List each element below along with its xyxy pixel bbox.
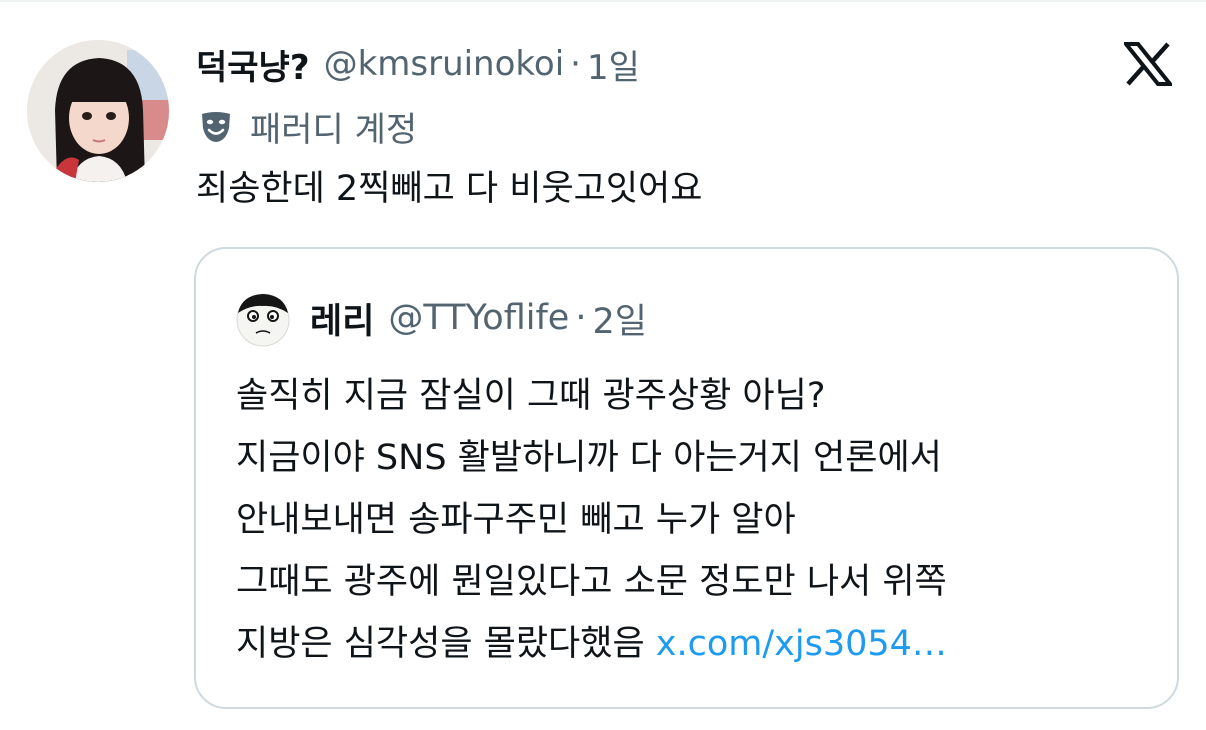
author-handle[interactable]: @kmsruinokoi (324, 44, 565, 84)
quoted-author-handle[interactable]: @TTYoflife (388, 298, 569, 338)
x-logo-button[interactable] (1122, 38, 1174, 90)
x-logo-icon (1124, 42, 1172, 86)
tweet-text: 죄송한데 2찍빼고 다 비웃고잇어요 (196, 169, 703, 209)
tweet-header: 덕국냥? @kmsruinokoi · 1일 (196, 40, 640, 88)
quoted-tweet-header: 레리 @TTYoflife · 2일 (310, 293, 647, 343)
parody-label-text: 패러디 계정 (250, 109, 418, 150)
author-avatar[interactable] (27, 40, 169, 182)
theater-mask-icon (196, 106, 236, 146)
quoted-tweet-timestamp[interactable]: 2일 (592, 293, 646, 344)
quoted-text-fragment: 지방은 심각성을 몰랐다했음 (236, 624, 656, 664)
separator-dot: · (570, 44, 581, 84)
quoted-author-display-name[interactable]: 레리 (310, 293, 374, 344)
parody-account-label: 패러디 계정 (196, 102, 417, 150)
quoted-text-line-last: 지방은 심각성을 몰랐다했음 x.com/xjs3054… (236, 613, 1166, 675)
author-display-name[interactable]: 덕국냥? (196, 40, 310, 89)
quoted-tweet-card[interactable]: 레리 @TTYoflife · 2일 솔직히 지금 잠실이 그때 광주상황 아님… (194, 247, 1179, 709)
quoted-text-line: 지금이야 SNS 활발하니까 다 아는거지 언론에서 (236, 438, 942, 478)
cartoon-face-avatar (234, 289, 292, 347)
quoted-tweet-link[interactable]: x.com/xjs3054… (656, 624, 947, 664)
quoted-text-line: 솔직히 지금 잠실이 그때 광주상황 아님? (236, 376, 826, 416)
quoted-text-line: 안내보내면 송파구주민 빼고 누가 알아 (236, 500, 796, 540)
profile-photo (27, 40, 169, 182)
quoted-author-avatar[interactable] (234, 289, 292, 347)
top-divider (0, 0, 1206, 2)
tweet-timestamp[interactable]: 1일 (587, 40, 640, 89)
quoted-text-line: 그때도 광주에 뭔일있다고 소문 정도만 나서 위쪽 (236, 562, 947, 602)
quoted-tweet-text: 솔직히 지금 잠실이 그때 광주상황 아님? 지금이야 SNS 활발하니까 다 … (236, 365, 1166, 675)
separator-dot: · (575, 298, 587, 338)
